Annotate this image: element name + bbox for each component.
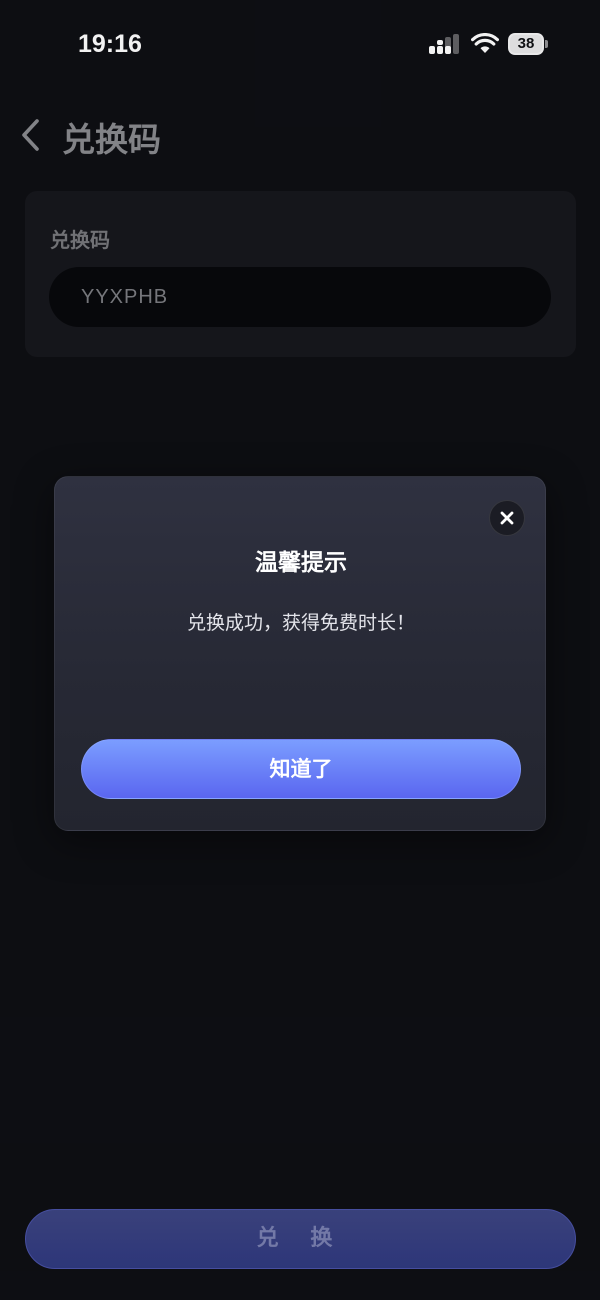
dialog-close-button[interactable] [489,500,525,536]
dialog-confirm-button[interactable]: 知道了 [81,739,521,799]
dialog-title: 温馨提示 [255,550,347,576]
dialog-message: 兑换成功，获得免费时长！ [186,612,415,634]
close-icon [500,511,514,525]
success-dialog: 温馨提示 兑换成功，获得免费时长！ 知道了 [54,476,546,831]
